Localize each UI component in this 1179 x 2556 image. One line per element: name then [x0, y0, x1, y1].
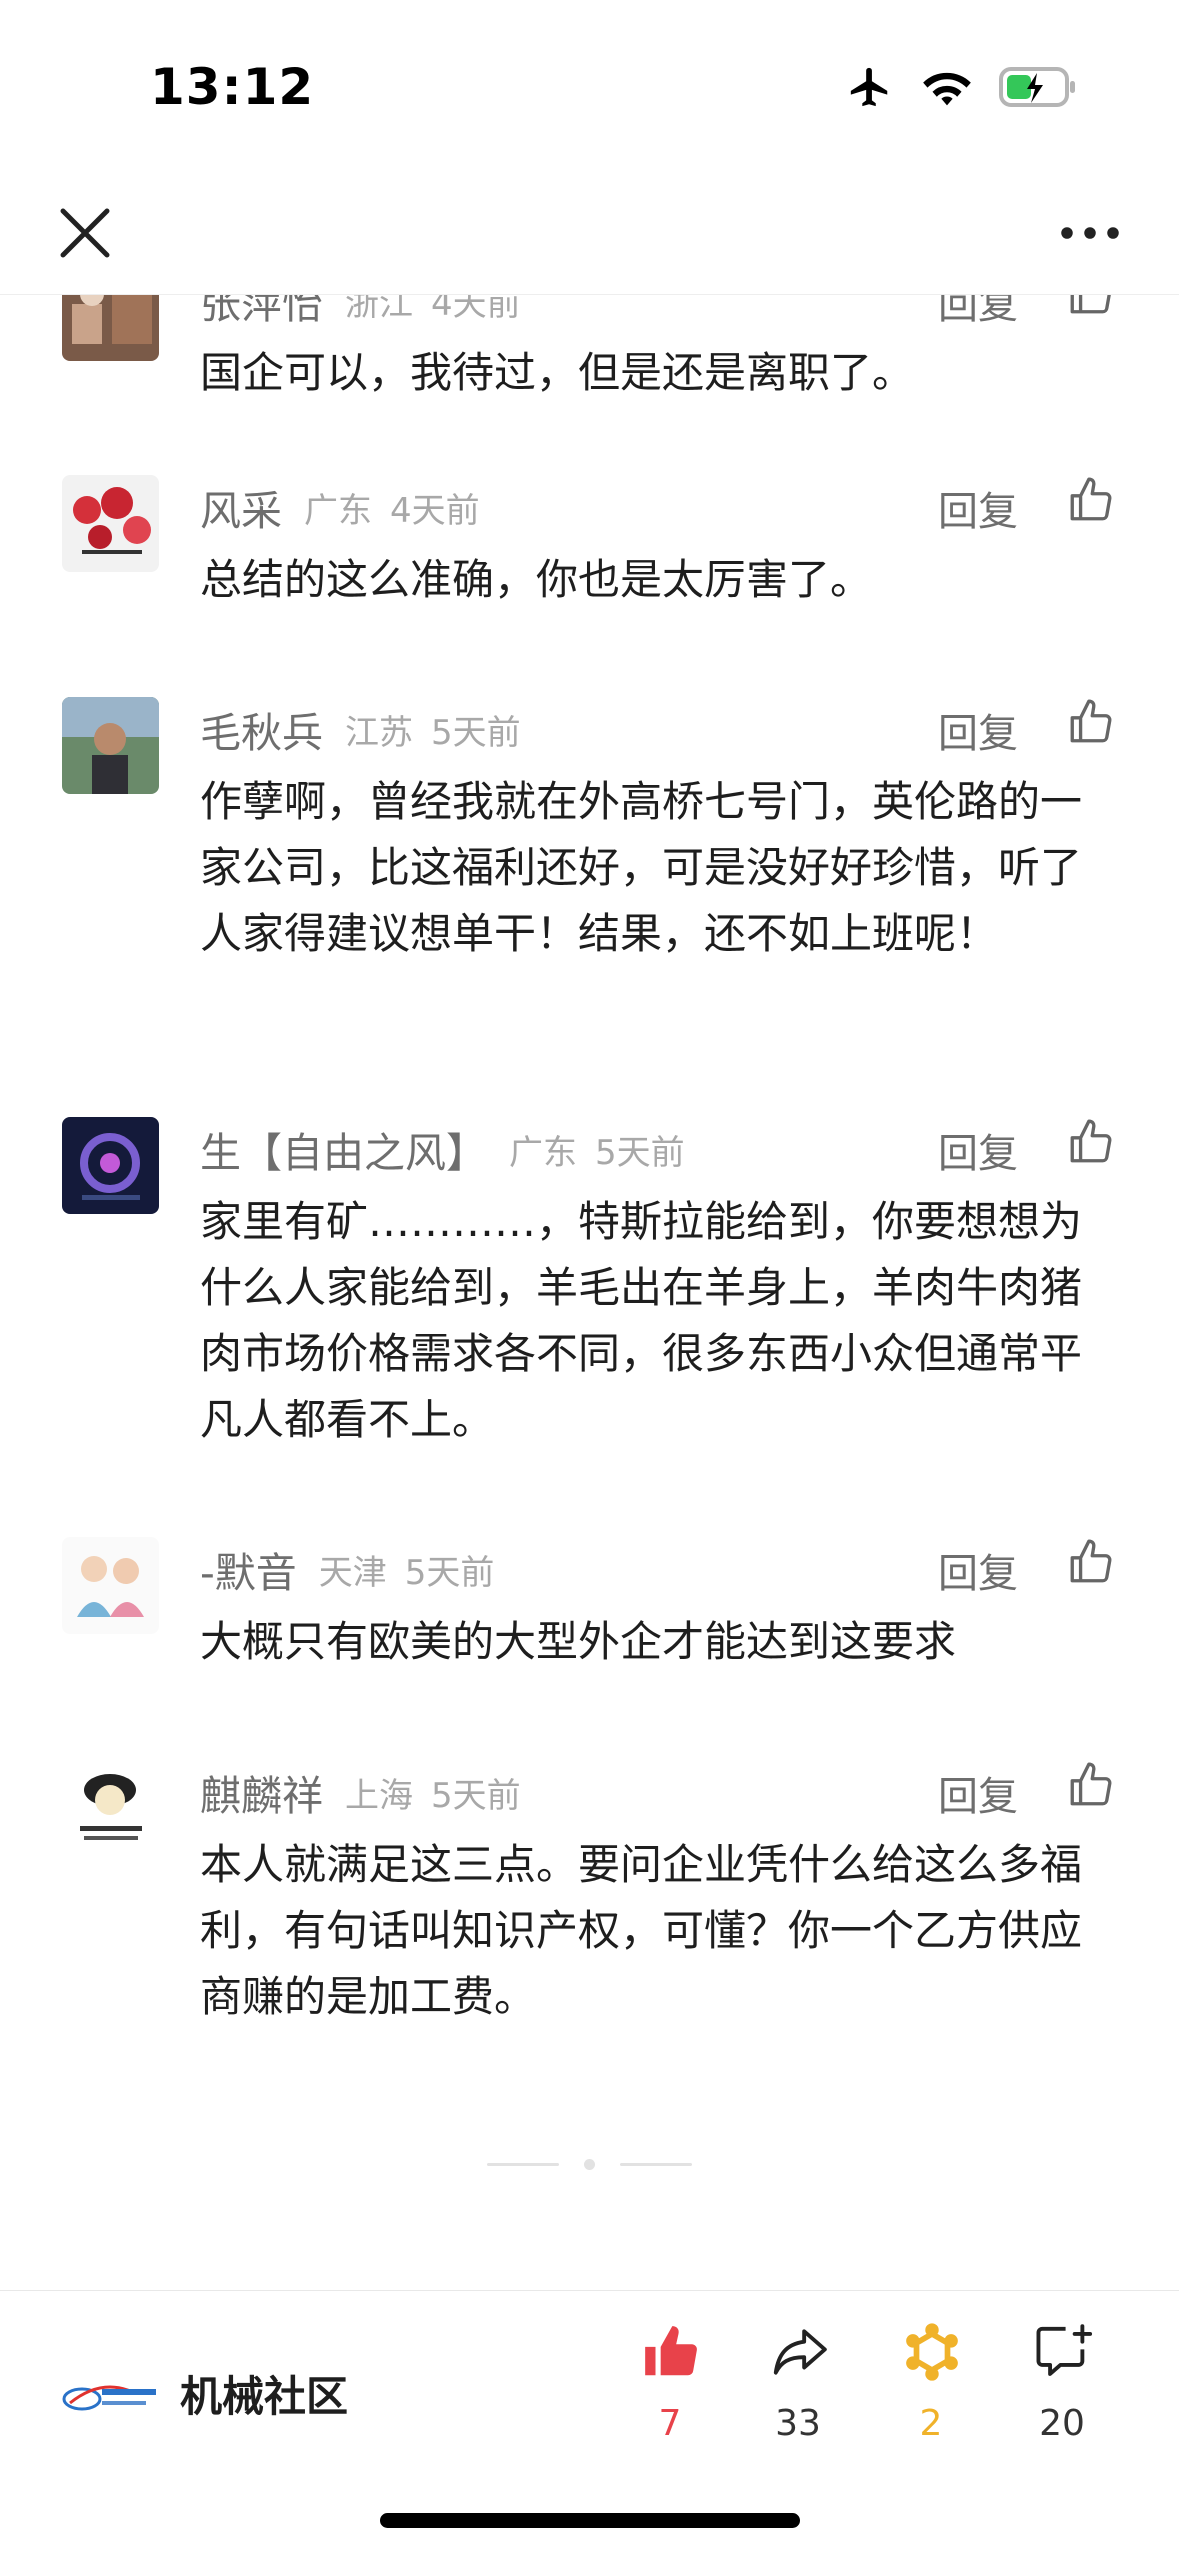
comment-text: 国企可以，我待过，但是还是离职了。 — [200, 348, 915, 397]
collect-count: 2 — [919, 2403, 943, 2444]
reply-button[interactable]: 回复 — [938, 1121, 1018, 1179]
commenter-location: 天津 — [318, 1552, 387, 1593]
comment-time: 5天前 — [431, 1775, 521, 1816]
commenter-location: 江苏 — [345, 712, 413, 753]
commenter-name[interactable]: 风采 — [200, 477, 282, 537]
close-icon[interactable] — [52, 200, 118, 266]
brand-name[interactable]: 机械社区 — [180, 2363, 348, 2424]
reply-button[interactable]: 回复 — [938, 1764, 1018, 1822]
share-button[interactable]: 33 — [738, 2321, 858, 2461]
comment-text: 总结的这么准确，你也是太厉害了。 — [200, 555, 873, 604]
comments-list[interactable]: 张萍怡 浙江 4天前 回复 国企可以，我待过，但是还是离职了。 风采 广东 4天… — [0, 0, 1179, 2290]
commenter-name[interactable]: -默音 — [200, 1539, 297, 1599]
page-indicator — [0, 2155, 1179, 2175]
comment-count: 20 — [1039, 2403, 1085, 2444]
comment-header: 生【自由之风】 广东 5天前 — [200, 1119, 685, 1179]
reply-button[interactable]: 回复 — [938, 1541, 1018, 1599]
comment-header: 麒麟祥 上海 5天前 — [200, 1762, 521, 1822]
thumbs-up-icon[interactable] — [1066, 1537, 1116, 1587]
collect-button[interactable]: 2 — [871, 2321, 991, 2461]
comment-button[interactable]: 20 — [1002, 2321, 1122, 2461]
collect-icon — [906, 2323, 958, 2381]
reply-button[interactable]: 回复 — [938, 701, 1018, 759]
comment-text: 作孽啊，曾经我就在外高桥七号门，英伦路的一家公司，比这福利还好，可是没好好珍惜，… — [200, 777, 1083, 958]
share-count: 33 — [775, 2403, 821, 2444]
avatar[interactable] — [62, 1760, 159, 1857]
brand-logo[interactable] — [60, 2369, 160, 2423]
like-count: 7 — [658, 2403, 682, 2444]
commenter-location: 广东 — [509, 1132, 577, 1173]
comment-text: 家里有矿…………，特斯拉能给到，你要想想为什么人家能给到，羊毛出在羊身上，羊肉牛… — [200, 1197, 1083, 1444]
commenter-name[interactable]: 生【自由之风】 — [200, 1119, 487, 1179]
home-indicator[interactable] — [380, 2513, 800, 2528]
comment-time: 4天前 — [390, 490, 480, 531]
nav-bar — [0, 170, 1179, 295]
add-comment-icon — [1036, 2324, 1093, 2376]
comment-time: 5天前 — [431, 712, 521, 753]
share-icon — [773, 2329, 827, 2375]
avatar[interactable] — [62, 1537, 159, 1634]
thumbs-up-icon[interactable] — [1066, 1760, 1116, 1810]
thumbs-up-icon[interactable] — [1066, 1117, 1116, 1167]
reply-button[interactable]: 回复 — [938, 479, 1018, 537]
like-button[interactable]: 7 — [610, 2321, 730, 2461]
avatar[interactable] — [62, 475, 159, 572]
commenter-name[interactable]: 毛秋兵 — [200, 699, 323, 759]
thumbs-up-icon[interactable] — [1066, 475, 1116, 525]
comment-header: 毛秋兵 江苏 5天前 — [200, 699, 521, 759]
avatar[interactable] — [62, 697, 159, 794]
comment-text: 大概只有欧美的大型外企才能达到这要求 — [200, 1617, 957, 1666]
comment-time: 5天前 — [595, 1132, 685, 1173]
commenter-name[interactable]: 麒麟祥 — [200, 1762, 323, 1822]
thumbs-up-filled-icon — [645, 2326, 697, 2376]
commenter-location: 广东 — [304, 490, 372, 531]
comment-time: 5天前 — [404, 1552, 495, 1593]
comment-header: -默音 天津 5天前 — [200, 1539, 494, 1599]
comment-header: 风采 广东 4天前 — [200, 477, 480, 537]
avatar[interactable] — [62, 1117, 159, 1214]
commenter-location: 上海 — [345, 1775, 413, 1816]
comment-text: 本人就满足这三点。要问企业凭什么给这么多福利，有句话叫知识产权，可懂？你一个乙方… — [200, 1840, 1083, 2021]
more-options-icon[interactable] — [1055, 210, 1125, 256]
thumbs-up-icon[interactable] — [1066, 697, 1116, 747]
